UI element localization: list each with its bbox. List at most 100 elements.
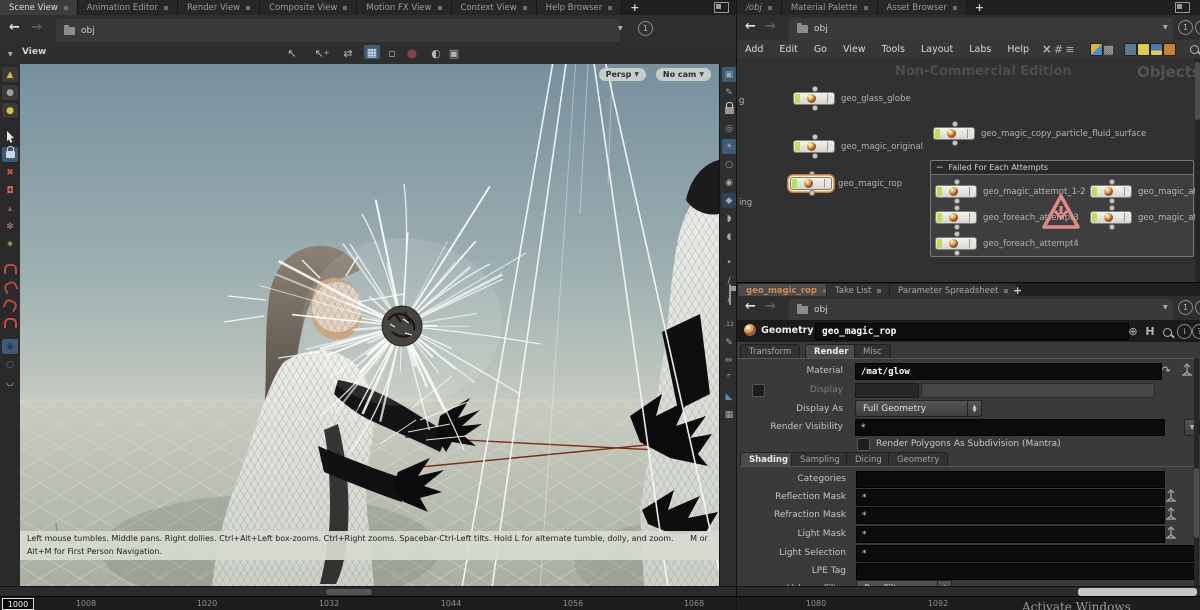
point-numbers-icon[interactable]: .12	[722, 317, 736, 332]
subtab-dicing[interactable]: Dicing	[846, 452, 891, 467]
recook-arrow-icon[interactable]: ↷	[1158, 363, 1174, 377]
box-select-tool-icon[interactable]: ▦	[364, 45, 380, 59]
shape-palette-grid-icon[interactable]: ▩	[1103, 42, 1115, 56]
new-tab-button[interactable]: +	[1005, 283, 1030, 297]
node-geo-glass-globe[interactable]: geo_glass_globe	[793, 92, 835, 105]
display-slider[interactable]	[921, 383, 1155, 398]
ghost-geometry-icon[interactable]: ◖	[722, 229, 736, 244]
node-geo-magic-att8[interactable]: geo_magic_att8	[1090, 211, 1132, 224]
tab-options-dot[interactable]	[343, 6, 347, 10]
tab-options-dot[interactable]	[768, 6, 772, 10]
subtab-sampling[interactable]: Sampling	[791, 452, 849, 467]
back-arrow-icon[interactable]: ←	[745, 300, 756, 313]
node-chooser-icon[interactable]	[1164, 489, 1178, 503]
menu-go[interactable]: Go	[806, 44, 835, 55]
select-edges-icon[interactable]: ▴	[2, 201, 18, 216]
display-attribs-icon[interactable]: ✏	[722, 353, 736, 368]
display-points-icon[interactable]: •	[722, 255, 736, 270]
desktop-tab-asset-browser[interactable]: Asset Browser	[878, 0, 967, 15]
desktop-tab-material-palette[interactable]: Material Palette	[782, 0, 878, 15]
render-visibility-field[interactable]: *	[855, 419, 1165, 436]
parameter-vscrollbar[interactable]	[1194, 358, 1199, 586]
select-mode-icon[interactable]	[2, 129, 18, 144]
secure-selection-lock-icon[interactable]	[2, 147, 18, 162]
render-flag-icon[interactable]: ●	[404, 46, 420, 60]
refraction-mask-field[interactable]: *	[856, 507, 1165, 524]
playbar-timeline[interactable]: 1000 1008 1020 1032 1044 1056 1068 1080 …	[0, 596, 1200, 610]
default-lighting-icon[interactable]: ☀	[722, 139, 736, 154]
node-geo-magic-copy-particle-fluid-surface[interactable]: geo_magic_copy_particle_fluid_surface	[933, 127, 975, 140]
collapse-icon[interactable]: −	[936, 163, 944, 173]
shading-mode-icon[interactable]: ◆	[722, 193, 736, 208]
tab-options-dot[interactable]	[877, 289, 881, 293]
search-parms-icon[interactable]	[1159, 325, 1175, 339]
select-objects-tool-icon[interactable]: ↖+	[314, 46, 330, 60]
tab-options-dot[interactable]	[246, 6, 250, 10]
link-editor-badge[interactable]: 1	[638, 21, 653, 36]
snap-settings-icon[interactable]: #	[1053, 42, 1065, 56]
new-tab-button[interactable]: +	[622, 0, 647, 15]
select-points-icon[interactable]: ◘	[2, 183, 18, 198]
tab-options-dot[interactable]	[523, 6, 527, 10]
snap-primitive-magnet-icon[interactable]	[2, 279, 18, 294]
menu-tools[interactable]: Tools	[874, 44, 913, 55]
current-frame-box[interactable]: 1000	[2, 598, 34, 610]
tab-options-dot[interactable]	[608, 6, 612, 10]
find-nodes-icon[interactable]	[1188, 42, 1200, 56]
link-editor-badge[interactable]: 1	[1178, 20, 1193, 35]
desktop-tab-scene-view[interactable]: Scene View	[0, 0, 78, 15]
tab-options-dot[interactable]	[953, 6, 957, 10]
path-dropdown-caret[interactable]: ▼	[1163, 24, 1168, 31]
menu-help[interactable]: Help	[999, 44, 1037, 55]
node-chooser-icon[interactable]	[1164, 507, 1178, 521]
view-menu-caret[interactable]: ▼	[8, 51, 13, 58]
gear-settings-icon[interactable]: ⊕	[1125, 324, 1141, 338]
node-geo-magic-att7[interactable]: geo_magic_att7	[1090, 185, 1132, 198]
node-chooser-icon[interactable]	[1164, 526, 1178, 540]
tool-cone-icon[interactable]: ▲	[2, 67, 18, 82]
parameter-hscroll-handle[interactable]	[1078, 588, 1197, 596]
light-selection-field[interactable]: *	[856, 545, 1196, 562]
headlight-icon[interactable]: ○	[722, 157, 736, 172]
parameter-path-field[interactable]: obj	[789, 299, 1173, 320]
node-geo-foreach-attempt4[interactable]: geo_foreach_attempt4	[935, 237, 977, 250]
view-tool-icon[interactable]: ◉	[2, 339, 18, 354]
node-chooser-icon[interactable]	[1180, 363, 1194, 377]
select-dynamics-icon[interactable]: ✷	[2, 237, 18, 252]
menu-layout[interactable]: Layout	[913, 44, 961, 55]
desktop-tab-motion-fx-view[interactable]: Motion FX View	[357, 0, 451, 15]
secure-selection-icon[interactable]: ▫	[384, 46, 400, 60]
subtab-shading[interactable]: Shading	[740, 452, 797, 467]
pin-badge[interactable]	[1195, 300, 1200, 315]
info-icon[interactable]: i	[1177, 324, 1192, 339]
notes-panel-icon[interactable]	[1124, 42, 1137, 56]
desktop-tab-render-view[interactable]: Render View	[178, 0, 260, 15]
toolbox-icon[interactable]	[1163, 42, 1176, 56]
view-plane-icon[interactable]: ◣	[722, 389, 736, 404]
pane-divider[interactable]	[736, 0, 737, 610]
desktop-tab-help-browser[interactable]: Help Browser	[537, 0, 623, 15]
path-dropdown-caret[interactable]: ▼	[618, 25, 623, 32]
view-pivot-icon[interactable]: ◎	[722, 121, 736, 136]
network-overview-icon[interactable]	[1150, 42, 1163, 56]
desktop-tab-context-view[interactable]: Context View	[452, 0, 537, 15]
flipbook-icon[interactable]: ✎	[722, 85, 736, 100]
view-menu-label[interactable]: View	[22, 47, 46, 57]
menu-edit[interactable]: Edit	[771, 44, 805, 55]
scene-path-field[interactable]: obj	[56, 19, 620, 42]
persp-view-button[interactable]: Persp▼	[599, 68, 646, 81]
list-view-icon[interactable]: ≡	[1064, 42, 1076, 56]
tool-sphere-icon[interactable]: ●	[2, 85, 18, 100]
pose-tool-icon[interactable]: ◡	[2, 375, 18, 390]
path-dropdown-caret[interactable]: ▼	[1163, 304, 1168, 311]
display-markers-icon[interactable]: ✎	[722, 335, 736, 350]
back-arrow-icon[interactable]: ←	[9, 21, 20, 34]
snap-grid-magnet-icon[interactable]	[2, 261, 18, 276]
high-quality-light-icon[interactable]: ◉	[722, 175, 736, 190]
display-as-dropdown[interactable]: Full Geometry	[855, 400, 976, 417]
forward-arrow-icon[interactable]: →	[765, 20, 776, 33]
tab-options-dot[interactable]	[164, 6, 168, 10]
desktop-tab-obj-path[interactable]: /obj	[737, 0, 782, 15]
network-path-field[interactable]: obj	[789, 18, 1173, 40]
snap-multi-magnet-icon[interactable]	[2, 315, 18, 330]
